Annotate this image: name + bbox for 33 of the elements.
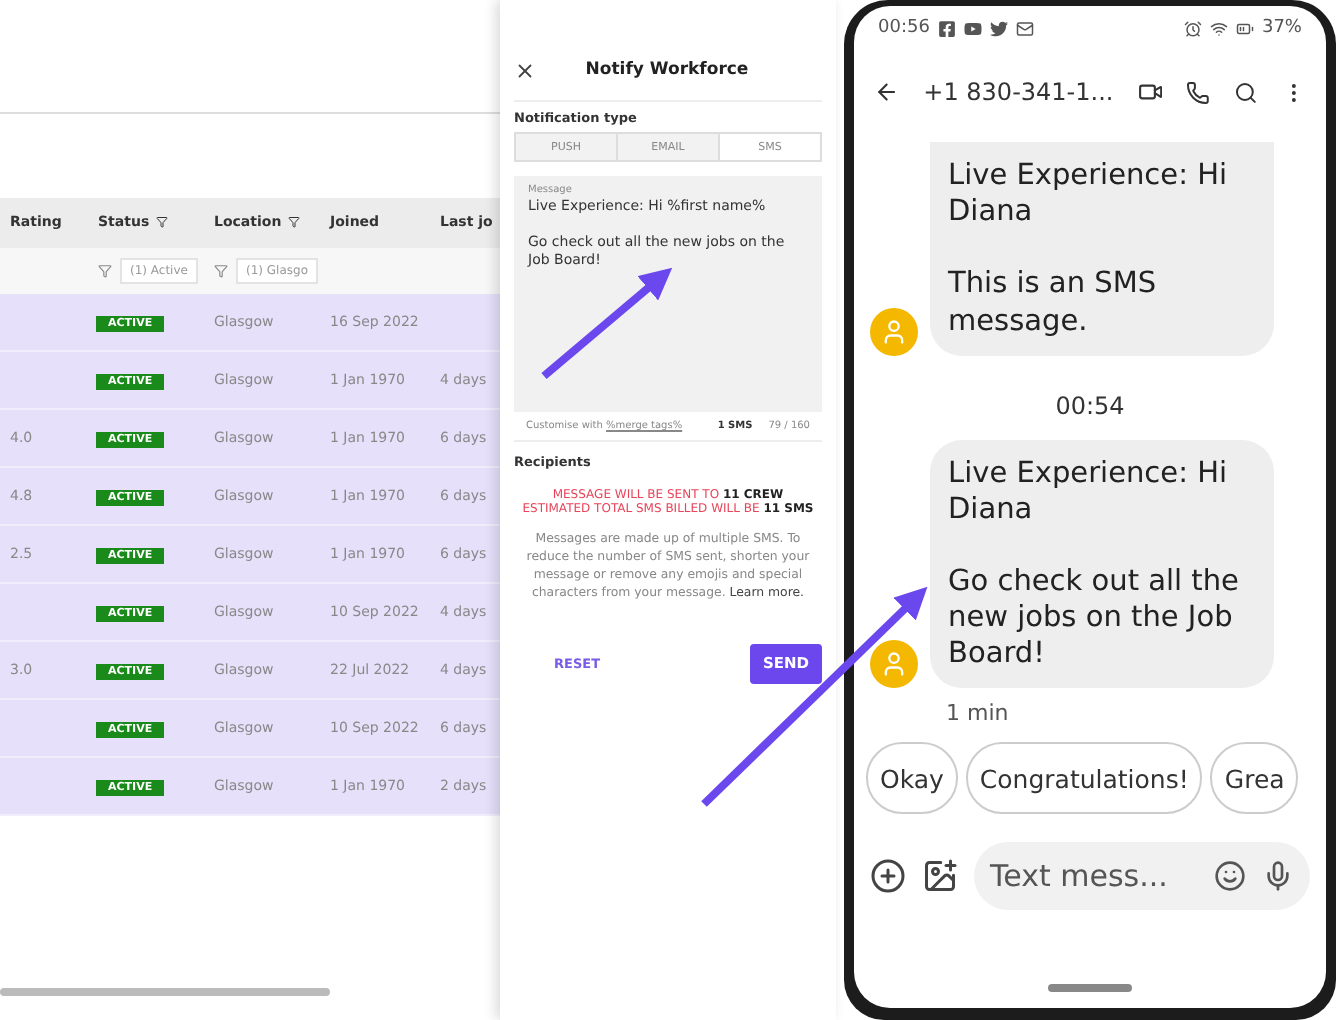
reply-chip[interactable]: Congratulations! [965, 742, 1203, 815]
avatar-icon [870, 640, 918, 689]
scrollbar[interactable] [0, 988, 330, 996]
arrow [541, 267, 673, 380]
message-bubble: Live Experience: Hi Diana This is an SMS message. [930, 142, 1274, 356]
gallery-icon[interactable] [922, 858, 958, 895]
battery-icon [1235, 19, 1254, 37]
message-age: 1 min [946, 700, 1011, 727]
avatar-icon [870, 307, 918, 356]
filter-icon[interactable] [155, 216, 168, 228]
timestamp: 00:54 [1055, 391, 1125, 420]
status-time: 00:56 [878, 18, 930, 38]
phone-icon[interactable] [1186, 77, 1211, 107]
mail-icon [1015, 19, 1034, 37]
wifi-icon [1209, 19, 1228, 37]
reply-chip[interactable]: Grea [1210, 742, 1299, 815]
add-icon[interactable] [870, 858, 906, 895]
panel-title: Notify Workforce [583, 60, 751, 80]
emoji-icon[interactable] [1214, 860, 1246, 893]
bird-icon [989, 19, 1008, 37]
filter-icon[interactable] [287, 216, 300, 228]
youtube-icon [963, 19, 982, 37]
search-icon[interactable] [1234, 77, 1259, 107]
facebook-icon [937, 19, 956, 37]
reply-chip[interactable]: Okay [866, 742, 958, 815]
close-icon[interactable] [514, 59, 536, 81]
mic-icon[interactable] [1262, 860, 1294, 893]
contact-name: +1 830-341-1... [923, 78, 1114, 106]
alarm-icon [1183, 19, 1202, 37]
battery-level: 37% [1261, 18, 1302, 38]
home-bar [1048, 984, 1132, 992]
message-input[interactable]: Text mess... [974, 842, 1310, 911]
message-bubble: Live Experience: Hi Diana Go check out all the new jobs on the Job Board! [930, 439, 1274, 689]
